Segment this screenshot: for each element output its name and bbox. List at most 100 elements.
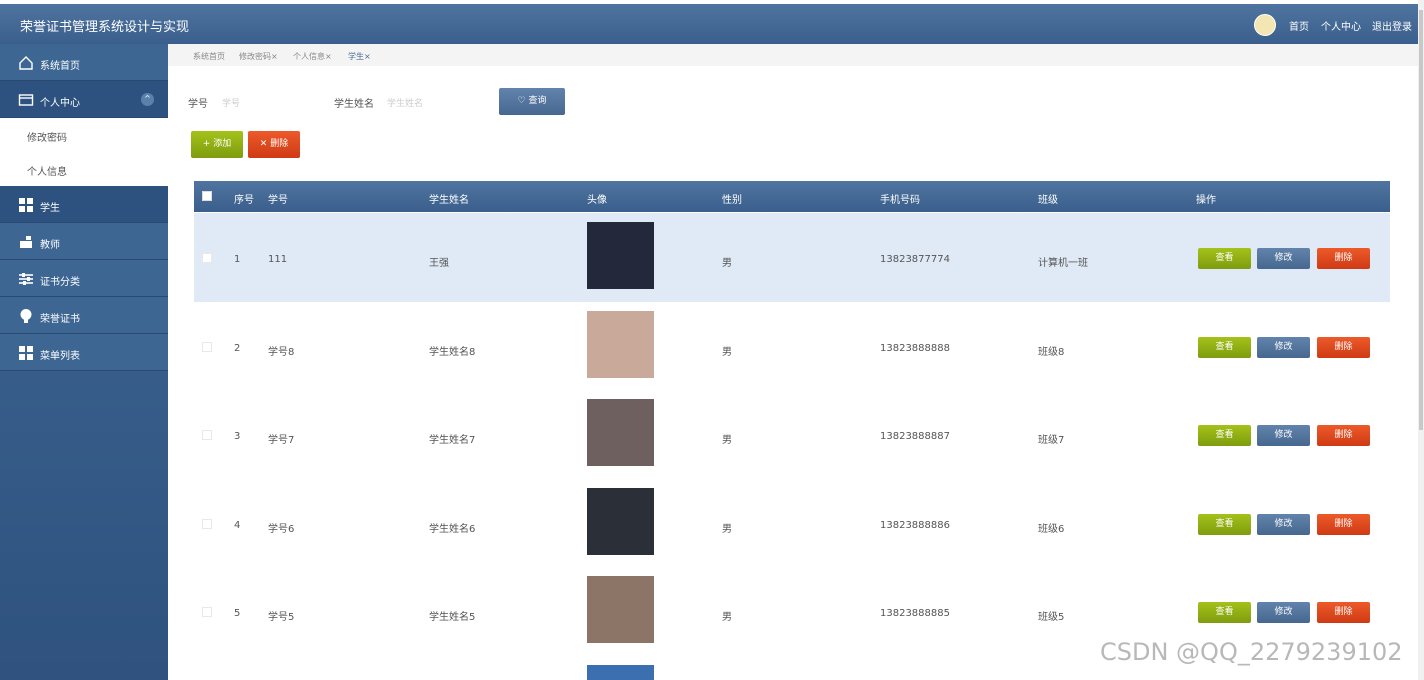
search-name-label: 学生姓名 <box>334 99 374 110</box>
cell-student-name: 学生姓名8 <box>429 347 476 358</box>
row-checkbox[interactable] <box>202 342 212 352</box>
cell-student-name: 学生姓名6 <box>429 524 476 535</box>
cell-phone: 13823888886 <box>880 520 950 531</box>
delete-button[interactable]: 删除 <box>1317 602 1370 623</box>
cell-gender: 男 <box>722 258 732 269</box>
cell-index: 3 <box>234 431 241 442</box>
batch-delete-button[interactable]: ✕ 删除 <box>248 131 300 158</box>
watermark: CSDN @QQ_2279239102 <box>1100 638 1403 666</box>
col-gender: 性别 <box>722 195 742 206</box>
cell-class: 班级6 <box>1038 524 1065 535</box>
sidebar-item-label: 荣誉证书 <box>40 314 80 325</box>
bulb-icon <box>20 309 32 323</box>
edit-button[interactable]: 修改 <box>1257 514 1310 535</box>
view-button[interactable]: 查看 <box>1198 514 1251 535</box>
grid-icon <box>19 346 33 360</box>
cell-student-id: 学号6 <box>268 524 295 535</box>
sidebar-item-teachers[interactable]: 教师 <box>0 223 168 260</box>
scrollbar-thumb[interactable] <box>1419 10 1423 430</box>
nav-logout-link[interactable]: 退出登录 <box>1372 18 1412 33</box>
delete-button[interactable]: 删除 <box>1317 248 1370 269</box>
avatar[interactable] <box>1254 14 1276 36</box>
sidebar-item-label: 个人中心 <box>40 98 80 109</box>
cell-student-id: 学号7 <box>268 435 295 446</box>
table-row[interactable]: 4 学号6 学生姓名6 男 13823888886 班级6 查看 修改 删除 <box>194 479 1390 568</box>
view-button[interactable]: 查看 <box>1198 248 1251 269</box>
search-id-label: 学号 <box>188 99 208 110</box>
table-row[interactable]: 3 学号7 学生姓名7 男 13823888887 班级7 查看 修改 删除 <box>194 390 1390 479</box>
sidebar-item-label: 证书分类 <box>40 277 80 288</box>
chevron-up-icon[interactable]: ^ <box>141 93 154 106</box>
app-title: 荣誉证书管理系统设计与实现 <box>20 20 190 35</box>
top-bar: 荣誉证书管理系统设计与实现 首页 个人中心 退出登录 <box>0 4 1418 44</box>
breadcrumb-tab-personal-info[interactable]: 个人信息× <box>293 51 332 62</box>
delete-button[interactable]: 删除 <box>1317 425 1370 446</box>
cell-student-name: 王强 <box>429 258 449 269</box>
cell-index: 2 <box>234 343 241 354</box>
student-avatar-image <box>587 576 654 643</box>
sliders-icon <box>19 273 33 285</box>
sidebar-item-students[interactable]: 学生 <box>0 186 168 223</box>
table-row[interactable]: 2 学号8 学生姓名8 男 13823888888 班级8 查看 修改 删除 <box>194 302 1390 391</box>
scrollbar[interactable] <box>1418 0 1424 680</box>
row-checkbox[interactable] <box>202 253 212 263</box>
edit-button[interactable]: 修改 <box>1257 337 1310 358</box>
edit-button[interactable]: 修改 <box>1257 602 1310 623</box>
cell-student-name: 学生姓名5 <box>429 612 476 623</box>
sidebar: 系统首页 个人中心 ^ 修改密码 个人信息 学生 教师 证书分类 荣誉证书 菜单… <box>0 44 168 680</box>
cell-gender: 男 <box>722 612 732 623</box>
cell-class: 班级7 <box>1038 435 1065 446</box>
view-button[interactable]: 查看 <box>1198 425 1251 446</box>
view-button[interactable]: 查看 <box>1198 602 1251 623</box>
table-row[interactable]: 1 111 王强男 13823877774 计算机一班 查看 修改 删除 <box>194 213 1390 302</box>
sidebar-item-menu-list[interactable]: 菜单列表 <box>0 334 168 371</box>
sidebar-item-label: 菜单列表 <box>40 351 80 362</box>
sidebar-item-honor-cert[interactable]: 荣誉证书 <box>0 297 168 334</box>
col-avatar: 头像 <box>587 195 607 206</box>
sidebar-subitem-change-password[interactable]: 修改密码 <box>0 118 168 152</box>
select-all-checkbox[interactable] <box>202 191 212 201</box>
query-button[interactable]: ♡ 查询 <box>499 88 565 115</box>
cell-index: 5 <box>234 608 241 619</box>
sidebar-item-cert-category[interactable]: 证书分类 <box>0 260 168 297</box>
view-button[interactable]: 查看 <box>1198 337 1251 358</box>
cell-class: 班级8 <box>1038 347 1065 358</box>
search-name-input[interactable]: 学生姓名 <box>387 96 423 109</box>
cell-gender: 男 <box>722 435 732 446</box>
breadcrumb-tab-students[interactable]: 学生× <box>348 51 371 62</box>
nav-home-link[interactable]: 首页 <box>1289 18 1309 33</box>
cell-gender: 男 <box>722 347 732 358</box>
nav-profile-link[interactable]: 个人中心 <box>1321 18 1361 33</box>
breadcrumb-tab-home[interactable]: 系统首页 <box>193 51 225 62</box>
cell-gender: 男 <box>722 524 732 535</box>
student-avatar-image <box>587 222 654 289</box>
cell-student-id: 111 <box>268 254 288 265</box>
sidebar-subitem-personal-info[interactable]: 个人信息 <box>0 152 168 186</box>
row-checkbox[interactable] <box>202 519 212 529</box>
card-icon <box>18 94 34 106</box>
sidebar-item-home[interactable]: 系统首页 <box>0 44 168 81</box>
breadcrumb-tab-change-password[interactable]: 修改密码× <box>239 51 278 62</box>
sidebar-item-label: 系统首页 <box>40 61 80 72</box>
cell-phone: 13823888888 <box>880 343 950 354</box>
cell-student-id: 学号5 <box>268 612 295 623</box>
cell-class: 班级5 <box>1038 612 1065 623</box>
sidebar-item-label: 教师 <box>40 240 60 251</box>
student-avatar-image <box>587 488 654 555</box>
row-checkbox[interactable] <box>202 607 212 617</box>
sidebar-item-personal-center[interactable]: 个人中心 ^ <box>0 81 168 118</box>
edit-button[interactable]: 修改 <box>1257 248 1310 269</box>
delete-button[interactable]: 删除 <box>1317 337 1370 358</box>
row-checkbox[interactable] <box>202 430 212 440</box>
cell-phone: 13823877774 <box>880 254 950 265</box>
cell-index: 4 <box>234 520 241 531</box>
delete-button[interactable]: 删除 <box>1317 514 1370 535</box>
cell-phone: 13823888887 <box>880 431 950 442</box>
cell-phone: 13823888885 <box>880 608 950 619</box>
search-id-input[interactable]: 学号 <box>222 96 240 109</box>
add-button[interactable]: + 添加 <box>191 131 243 158</box>
edit-button[interactable]: 修改 <box>1257 425 1310 446</box>
home-icon <box>19 56 33 70</box>
col-phone: 手机号码 <box>880 195 920 206</box>
student-avatar-image <box>587 311 654 378</box>
